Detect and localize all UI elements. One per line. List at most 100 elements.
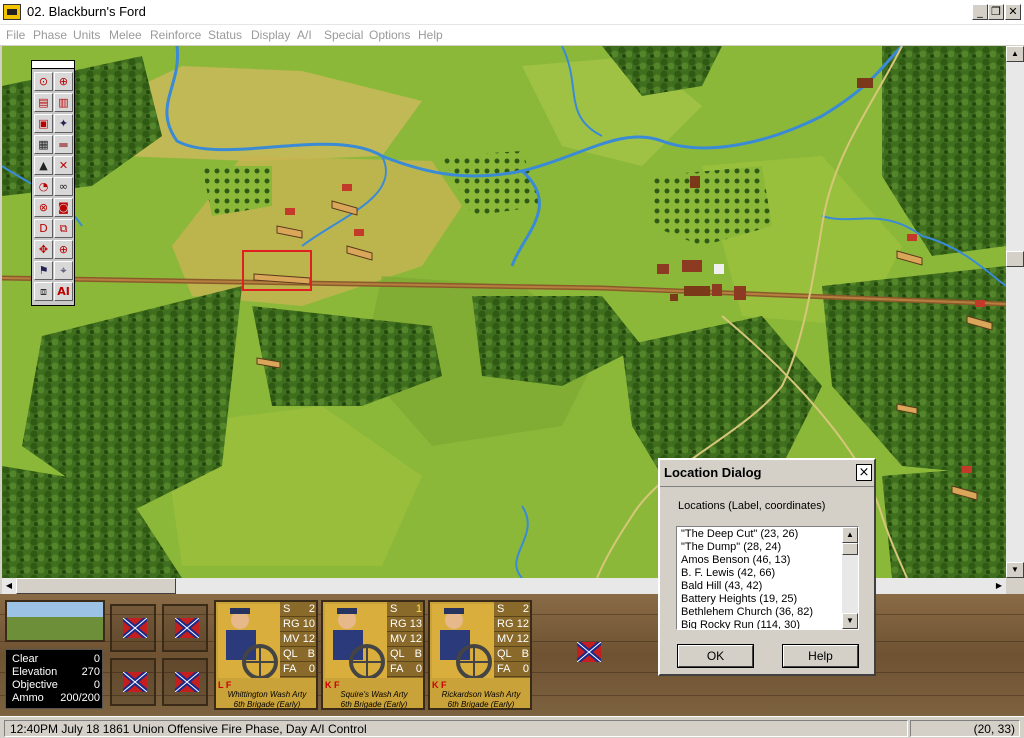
zoom-icon[interactable]: ⊕	[54, 72, 73, 91]
unit-card[interactable]: S 2 RG 10 MV 12 QL B FA 0 L F Whittington Was…	[214, 600, 318, 710]
scroll-corner	[1006, 578, 1024, 594]
unit-card[interactable]: S 1 RG 13 MV 12 QL B FA 0 K F Squire's Wash A…	[321, 600, 425, 710]
location-item[interactable]: Amos Benson (46, 13)	[681, 554, 790, 566]
locations-label: Locations (Label, coordinates)	[678, 500, 826, 512]
leader-icon[interactable]: ⧈	[34, 282, 53, 301]
title-bar: 02. Blackburn's Ford _ ❐ ✕	[0, 0, 1024, 25]
stat-label: FA	[497, 663, 511, 675]
menu-options[interactable]: Options	[369, 28, 410, 42]
location-item[interactable]: Bethlehem Church (36, 82)	[681, 606, 813, 618]
empty-unit-slot[interactable]	[566, 630, 612, 678]
menu-melee[interactable]: Melee	[109, 28, 142, 42]
location-item[interactable]: Big Rocky Run (114, 30)	[681, 619, 800, 629]
menu-reinforce[interactable]: Reinforce	[150, 28, 201, 42]
infantry-icon[interactable]: ✦	[54, 114, 73, 133]
artillery-portrait	[218, 604, 280, 680]
list-scrollbar[interactable]: ▲ ▼	[842, 527, 858, 629]
scroll-up-icon[interactable]: ▲	[1006, 46, 1024, 62]
stat-label: QL	[390, 648, 405, 660]
confederate-flag-icon	[175, 672, 199, 692]
terrain-type-value: 0	[93, 653, 100, 665]
strength-value: 1	[415, 603, 422, 615]
empty-unit-slot[interactable]	[110, 658, 156, 706]
toolbar-grip[interactable]	[32, 61, 74, 69]
stat-label: RG	[390, 618, 407, 630]
menu-units[interactable]: Units	[73, 28, 100, 42]
flag-icon[interactable]: ⚑	[34, 261, 53, 280]
ai-icon[interactable]: AI	[54, 282, 73, 301]
ammo-icon[interactable]: ▬	[54, 135, 73, 154]
quality-value: B	[307, 648, 315, 660]
list-scroll-up-icon[interactable]: ▲	[842, 527, 858, 543]
artillery-officer-icon	[440, 608, 492, 680]
empty-unit-slot[interactable]	[110, 604, 156, 652]
restore-button[interactable]: ❐	[988, 4, 1004, 20]
menu-display[interactable]: Display	[251, 28, 290, 42]
menu-special[interactable]: Special	[324, 28, 363, 42]
scroll-down-icon[interactable]: ▼	[1006, 562, 1024, 578]
scroll-right-icon[interactable]: ▶	[992, 578, 1006, 594]
list-scroll-thumb[interactable]	[842, 543, 858, 555]
location-item[interactable]: "The Dump" (28, 24)	[681, 541, 781, 553]
fire-icon[interactable]: ⊕	[54, 240, 73, 259]
status-message: 12:40PM July 18 1861 Union Offensive Fir…	[4, 720, 908, 737]
menu-help[interactable]: Help	[418, 28, 443, 42]
map-icon[interactable]: ⌖	[54, 261, 73, 280]
status-bar: 12:40PM July 18 1861 Union Offensive Fir…	[0, 716, 1024, 738]
stat-label: RG	[283, 618, 300, 630]
location-item[interactable]: Battery Heights (19, 25)	[681, 593, 797, 605]
objective-label: Objective	[12, 679, 58, 691]
menu-file[interactable]: File	[6, 28, 25, 42]
horizontal-scroll-thumb[interactable]	[16, 578, 176, 594]
artillery-icon[interactable]: ✕	[54, 156, 73, 175]
app-icon[interactable]	[3, 4, 21, 20]
scroll-left-icon[interactable]: ◀	[2, 578, 16, 594]
elevation-label: Elevation	[12, 666, 58, 678]
range-value: 10	[302, 618, 315, 630]
locations-list[interactable]: "The Deep Cut" (23, 26) "The Dump" (28, …	[676, 526, 859, 630]
location-item[interactable]: "The Deep Cut" (23, 26)	[681, 528, 798, 540]
stack-up-icon[interactable]: ▤	[34, 93, 53, 112]
strength-value: 2	[308, 603, 315, 615]
menu-ai[interactable]: A/I	[297, 28, 312, 42]
dialog-title: Location Dialog	[664, 465, 762, 480]
unit-info-icon[interactable]: ▣	[34, 114, 53, 133]
dialog-close-button[interactable]: ×	[856, 464, 872, 481]
cavalry-icon[interactable]: ◔	[34, 177, 53, 196]
range-value: 12	[516, 618, 529, 630]
location-item[interactable]: B. F. Lewis (42, 66)	[681, 567, 775, 579]
confederate-flag-icon	[123, 618, 147, 638]
binoculars-select-icon[interactable]: ⊙	[34, 72, 53, 91]
hex-outline-icon[interactable]: ▲	[34, 156, 53, 175]
fort-icon[interactable]: ▦	[34, 135, 53, 154]
terrain-type-label: Clear	[12, 653, 39, 665]
unit-status-flags: K F	[325, 680, 340, 690]
unit-card[interactable]: S 2 RG 12 MV 12 QL B FA 0 K F Rickardson Wash…	[428, 600, 532, 710]
location-item[interactable]: Bald Hill (43, 42)	[681, 580, 762, 592]
spyglass-icon[interactable]: ∞	[54, 177, 73, 196]
combine-icon[interactable]: ⧉	[54, 219, 73, 238]
lock-icon[interactable]: ◙	[54, 198, 73, 217]
stack-down-icon[interactable]: ▥	[54, 93, 73, 112]
stat-label: RG	[497, 618, 514, 630]
close-button[interactable]: ✕	[1005, 4, 1021, 20]
map-vertical-scrollbar[interactable]: ▲ ▼	[1006, 46, 1024, 578]
hex-coordinates: (20, 33)	[910, 720, 1020, 737]
defend-icon[interactable]: D	[34, 219, 53, 238]
move-icon[interactable]: ✥	[34, 240, 53, 259]
ok-button[interactable]: OK	[677, 644, 754, 668]
fatigue-value: 0	[522, 663, 529, 675]
target-icon[interactable]: ⊗	[34, 198, 53, 217]
vertical-scroll-thumb[interactable]	[1006, 251, 1024, 267]
stat-label: QL	[283, 648, 298, 660]
stat-label: S	[497, 603, 505, 615]
unit-brigade: 6th Brigade (Early)	[447, 700, 515, 709]
menu-status[interactable]: Status	[208, 28, 242, 42]
empty-unit-slot[interactable]	[162, 658, 208, 706]
minimize-button[interactable]: _	[972, 4, 988, 20]
help-button[interactable]: Help	[782, 644, 859, 668]
stat-label: S	[390, 603, 398, 615]
empty-unit-slot[interactable]	[162, 604, 208, 652]
list-scroll-down-icon[interactable]: ▼	[842, 613, 858, 629]
menu-phase[interactable]: Phase	[33, 28, 67, 42]
